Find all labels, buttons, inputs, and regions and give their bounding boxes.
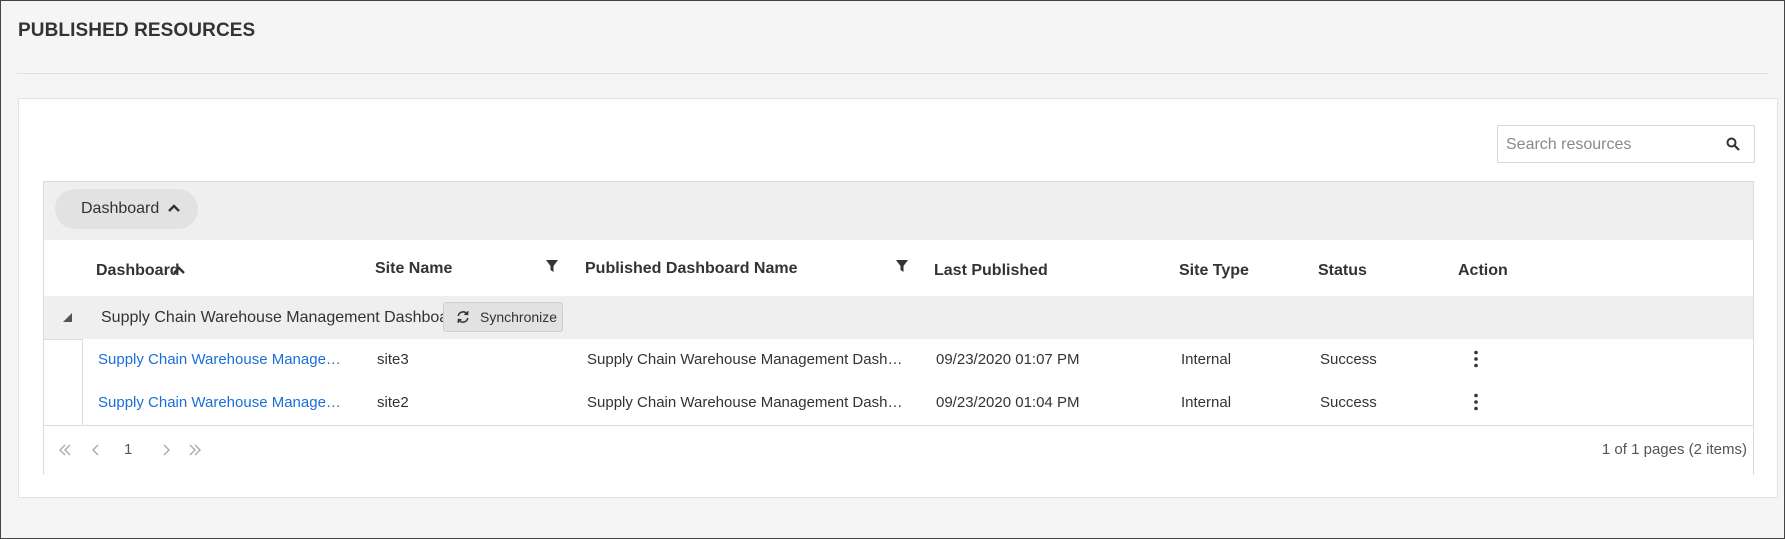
previous-page-icon[interactable] [89, 444, 103, 456]
filter-icon[interactable] [546, 260, 558, 273]
site-name-cell: site3 [377, 351, 409, 368]
column-header-status[interactable]: Status [1318, 262, 1367, 280]
resources-panel: Dashboard Dashboard Site Name Published … [18, 98, 1778, 498]
search-icon[interactable] [1726, 137, 1740, 151]
first-page-icon[interactable] [58, 444, 72, 456]
more-options-icon[interactable] [1474, 393, 1478, 411]
dashboard-link[interactable]: Supply Chain Warehouse Management Dashbo… [98, 394, 351, 411]
column-header-site-type[interactable]: Site Type [1179, 262, 1249, 280]
published-name-cell: Supply Chain Warehouse Management Dashbo… [587, 351, 905, 368]
table-row: Supply Chain Warehouse Management Dashbo… [83, 339, 1753, 382]
page-title: PUBLISHED RESOURCES [18, 20, 256, 41]
site-type-cell: Internal [1181, 394, 1232, 411]
group-chip-dashboard[interactable]: Dashboard [55, 189, 198, 229]
page-number[interactable]: 1 [124, 441, 132, 458]
published-name-cell: Supply Chain Warehouse Management Dashbo… [587, 394, 905, 411]
column-header-site-name[interactable]: Site Name [375, 260, 452, 278]
column-header-last-published[interactable]: Last Published [934, 262, 1048, 280]
title-divider [17, 73, 1768, 74]
dashboard-link[interactable]: Supply Chain Warehouse Management Dashbo… [98, 351, 351, 368]
synchronize-button[interactable]: Synchronize [443, 302, 563, 332]
sort-ascending-icon[interactable] [172, 265, 186, 275]
pager-info: 1 of 1 pages (2 items) [1601, 441, 1747, 458]
column-header-action: Action [1458, 262, 1508, 279]
table-row: Supply Chain Warehouse Management Dashbo… [83, 382, 1753, 425]
status-cell: Success [1320, 394, 1377, 411]
group-by-bar: Dashboard [44, 182, 1753, 241]
search-box[interactable] [1497, 125, 1755, 164]
synchronize-label: Synchronize [480, 309, 558, 325]
group-caption: Supply Chain Warehouse Management Dashbo… [101, 309, 463, 326]
site-type-cell: Internal [1181, 351, 1232, 368]
more-options-icon[interactable] [1474, 350, 1478, 368]
next-page-icon[interactable] [159, 444, 173, 456]
last-published-cell: 09/23/2020 01:07 PM [936, 351, 1080, 368]
column-header-dashboard[interactable]: Dashboard [96, 262, 180, 280]
chevron-up-icon[interactable] [167, 203, 181, 213]
sync-icon [457, 311, 469, 323]
grid-header-row: Dashboard Site Name Published Dashboard … [44, 240, 1753, 297]
status-cell: Success [1320, 351, 1377, 368]
grid-body: Supply Chain Warehouse Management Dashbo… [82, 339, 1753, 425]
site-name-cell: site2 [377, 394, 409, 411]
search-input[interactable] [1504, 126, 1718, 164]
filter-icon[interactable] [896, 260, 908, 273]
group-row: Supply Chain Warehouse Management Dashbo… [44, 296, 1753, 340]
last-published-cell: 09/23/2020 01:04 PM [936, 394, 1080, 411]
pager: 1 1 of 1 pages (2 items) [44, 425, 1753, 475]
collapse-triangle-icon[interactable] [63, 313, 72, 322]
group-chip-label: Dashboard [81, 200, 160, 217]
last-page-icon[interactable] [188, 444, 202, 456]
resources-grid: Dashboard Dashboard Site Name Published … [43, 181, 1754, 475]
column-header-published-dashboard-name[interactable]: Published Dashboard Name [585, 260, 798, 278]
